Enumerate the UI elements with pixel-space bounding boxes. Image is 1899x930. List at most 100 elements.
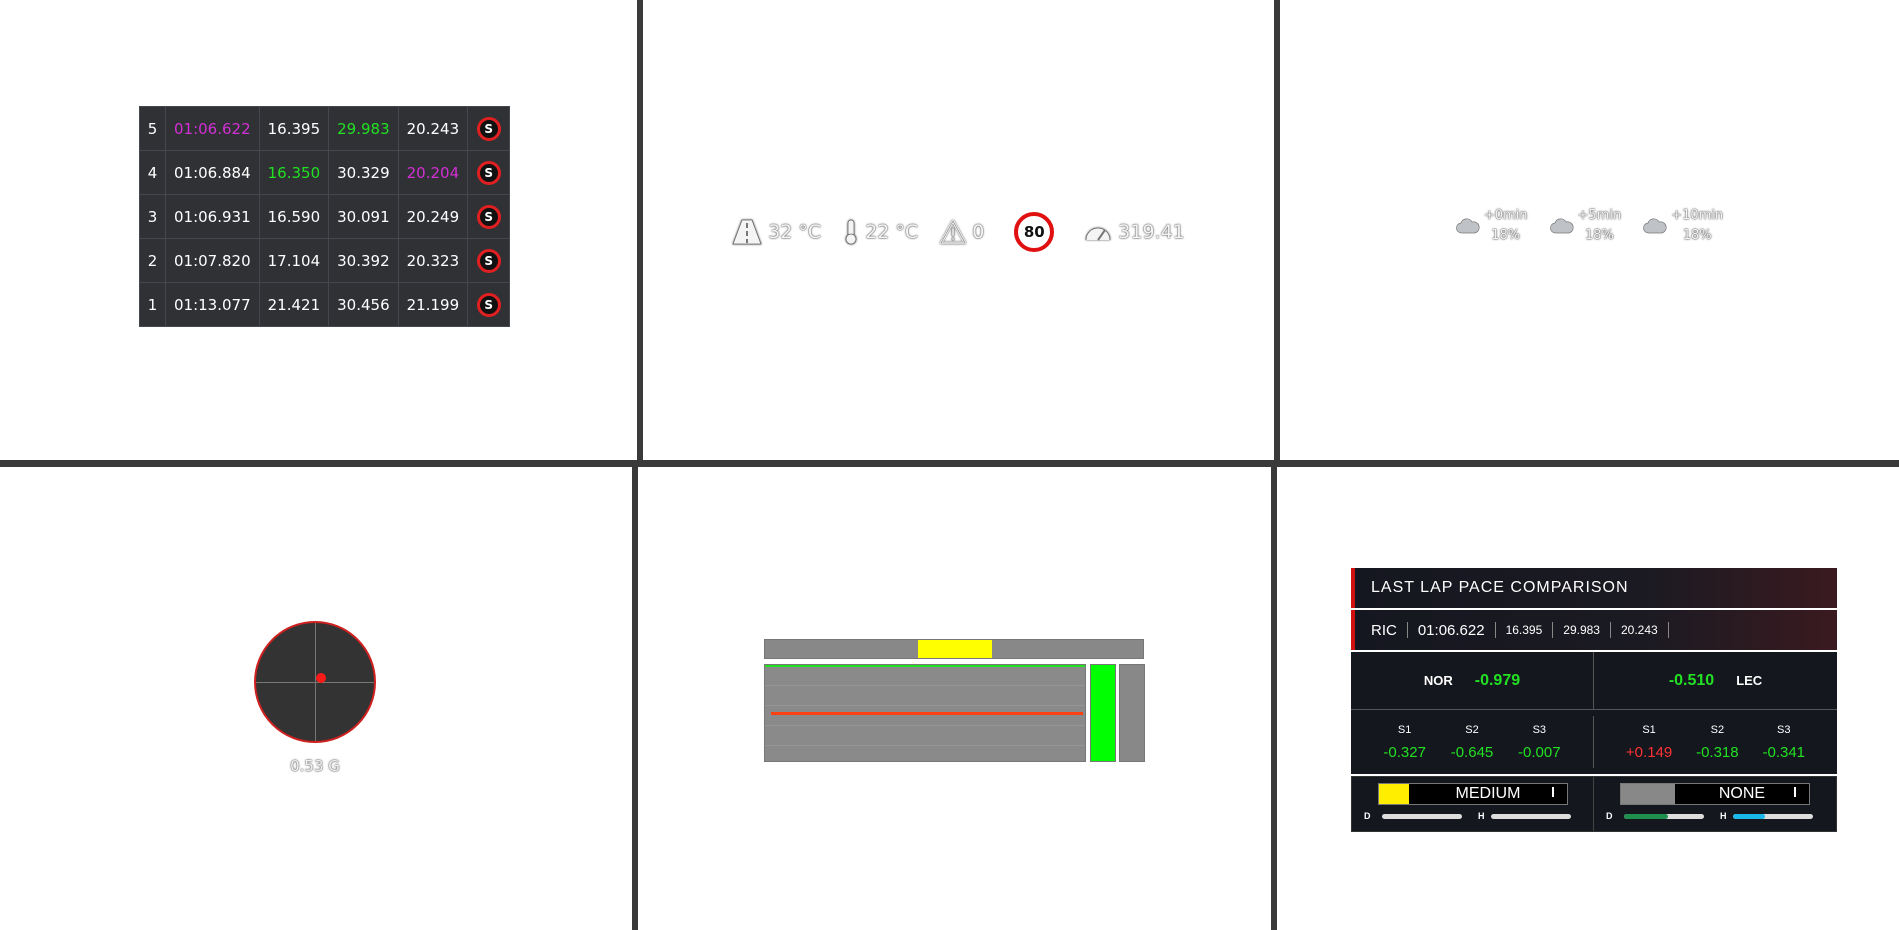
sector-3-time: 20.243 xyxy=(397,106,469,151)
ahead-driver: NOR xyxy=(1423,673,1453,688)
ref-s3: 20.243 xyxy=(1620,623,1658,637)
lap-time: 01:13.077 xyxy=(165,282,260,327)
behind-s3: S3 -0.341 xyxy=(1762,724,1805,761)
warnings: 0 xyxy=(940,220,984,244)
pace-title: LAST LAP PACE COMPARISON xyxy=(1351,568,1837,608)
tyre-block: MEDIUM D H NONE D H xyxy=(1351,776,1837,832)
throttle-trace xyxy=(765,665,1085,667)
sector-1-time: 17.104 xyxy=(258,238,330,283)
pace-comparison: LAST LAP PACE COMPARISON RIC 01:06.622 1… xyxy=(1351,568,1837,832)
lap-row: 3 01:06.931 16.590 30.091 20.249 S xyxy=(139,194,511,239)
pace-comparison-panel: LAST LAP PACE COMPARISON RIC 01:06.622 1… xyxy=(1277,467,1899,930)
behind-driver: LEC xyxy=(1736,673,1763,688)
lap-times-panel: 5 01:06.622 16.395 29.983 20.243 S 4 01:06.884 1… xyxy=(0,0,637,460)
throttle-bar xyxy=(1090,664,1116,762)
soft-tyre-icon: S xyxy=(476,292,501,317)
forecast-offset: +0min xyxy=(1483,208,1528,223)
separator xyxy=(1552,622,1554,638)
lap-number: 5 xyxy=(139,106,166,151)
graph-gridline xyxy=(765,725,1085,726)
sector-2-time: 30.456 xyxy=(328,282,399,327)
forecast-item: +0min 18% xyxy=(1455,206,1528,246)
sector-label: S2 xyxy=(1710,723,1725,736)
forecast-rain: 18% xyxy=(1682,228,1712,243)
soft-tyre-icon: S xyxy=(476,204,501,229)
separator xyxy=(1667,622,1669,638)
forecast-rain: 18% xyxy=(1491,228,1521,243)
delta-block: NOR -0.979 -0.510 LEC S1 -0.327 S2 -0.64… xyxy=(1351,652,1837,774)
tyre-cell: S xyxy=(467,238,511,283)
forecast-item: +10min 18% xyxy=(1643,206,1723,246)
sector-2-time: 30.329 xyxy=(328,150,399,195)
sector-1-time: 16.350 xyxy=(258,150,330,195)
lap-times-table: 5 01:06.622 16.395 29.983 20.243 S 4 01:06.884 1… xyxy=(139,106,511,327)
speedometer-icon xyxy=(1085,227,1111,241)
air-temp: 22 °C xyxy=(843,219,918,245)
sector-label: S2 xyxy=(1465,723,1479,736)
graph-gridline xyxy=(765,745,1085,746)
tyre-wear-row: D H xyxy=(1606,811,1826,821)
track-temp-value: 32 °C xyxy=(768,221,822,243)
lap-row: 1 01:13.077 21.421 30.456 21.199 S xyxy=(139,282,511,327)
throttle-fill xyxy=(1091,665,1115,761)
ahead-s3: S3 -0.007 xyxy=(1518,724,1561,761)
tyre-cell: S xyxy=(467,194,511,239)
lap-row: 4 01:06.884 16.350 30.329 20.204 S xyxy=(139,150,511,195)
reference-lap: RIC 01:06.622 16.395 29.983 20.243 xyxy=(1351,610,1837,650)
lap-row: 5 01:06.622 16.395 29.983 20.243 S xyxy=(139,106,511,151)
ahead-s2: S2 -0.645 xyxy=(1451,724,1494,761)
steering-bar xyxy=(764,639,1144,659)
tyre-name: NONE xyxy=(1718,785,1766,802)
tyre-wear-row: D H xyxy=(1364,811,1583,821)
sector-delta-row: S1 -0.327 S2 -0.645 S3 -0.007 S1 +0.149 … xyxy=(1351,710,1837,774)
ahead-delta: NOR -0.979 xyxy=(1351,652,1594,709)
tyre-compound-bar: NONE xyxy=(1620,783,1810,805)
behind-sectors: S1 +0.149 S2 -0.318 S3 -0.341 xyxy=(1594,710,1837,774)
sector-value: +0.149 xyxy=(1625,743,1673,761)
forecast-item: +5min 18% xyxy=(1549,206,1621,246)
cloud-icon xyxy=(1455,218,1480,234)
sector-2-time: 30.091 xyxy=(328,194,399,239)
forecast-panel: +0min 18% +5min 18% +10min 18% xyxy=(1280,0,1899,460)
steering-indicator xyxy=(918,640,992,658)
cloud-icon xyxy=(1549,218,1574,234)
tyre-cell: S xyxy=(467,282,511,327)
gforce-panel: 0.53 G xyxy=(0,467,632,930)
wear-h-label: H xyxy=(1720,811,1727,821)
sector-label: S3 xyxy=(1777,723,1791,736)
ahead-tyre: MEDIUM D H xyxy=(1352,777,1594,831)
lap-number: 1 xyxy=(139,282,166,327)
sector-3-time: 20.249 xyxy=(397,194,469,239)
wear-h-bar xyxy=(1732,813,1813,819)
telemetry-graph xyxy=(764,664,1086,762)
soft-tyre-icon: S xyxy=(476,248,501,273)
track-conditions-panel: 32 °C 22 °C 0 80 319.41 xyxy=(643,0,1274,460)
separator xyxy=(1609,622,1611,638)
forecast-rain: 18% xyxy=(1584,228,1614,243)
tyre-name: MEDIUM xyxy=(1455,785,1521,802)
speed-limit-sign: 80 xyxy=(1014,212,1055,252)
soft-tyre-icon: S xyxy=(476,116,501,141)
wear-h-bar xyxy=(1490,813,1571,819)
wear-d-label: D xyxy=(1364,811,1371,821)
sector-value: -0.645 xyxy=(1450,743,1494,761)
delta-row: NOR -0.979 -0.510 LEC xyxy=(1351,652,1837,710)
wear-d-bar xyxy=(1382,813,1462,819)
sector-2-time: 30.392 xyxy=(328,238,399,283)
lap-time: 01:06.884 xyxy=(165,150,260,195)
track-temp: 32 °C xyxy=(732,219,821,245)
divider-horizontal xyxy=(0,460,1899,467)
road-icon xyxy=(732,219,762,245)
sector-1-time: 16.590 xyxy=(258,194,330,239)
gforce-label: 0.53 G xyxy=(290,757,340,775)
graph-gridline xyxy=(765,705,1085,706)
forecast-strip: +0min 18% +5min 18% +10min 18% xyxy=(1280,206,1899,246)
brake-bar xyxy=(1119,664,1145,762)
cloud-icon xyxy=(1643,218,1667,234)
tyre-swatch xyxy=(1379,784,1409,804)
sector-1-time: 16.395 xyxy=(258,106,330,151)
sector-3-time: 20.204 xyxy=(397,150,469,195)
tyre-swatch xyxy=(1621,784,1675,804)
sector-value: -0.341 xyxy=(1762,743,1806,761)
behind-tyre: NONE D H xyxy=(1594,777,1836,831)
